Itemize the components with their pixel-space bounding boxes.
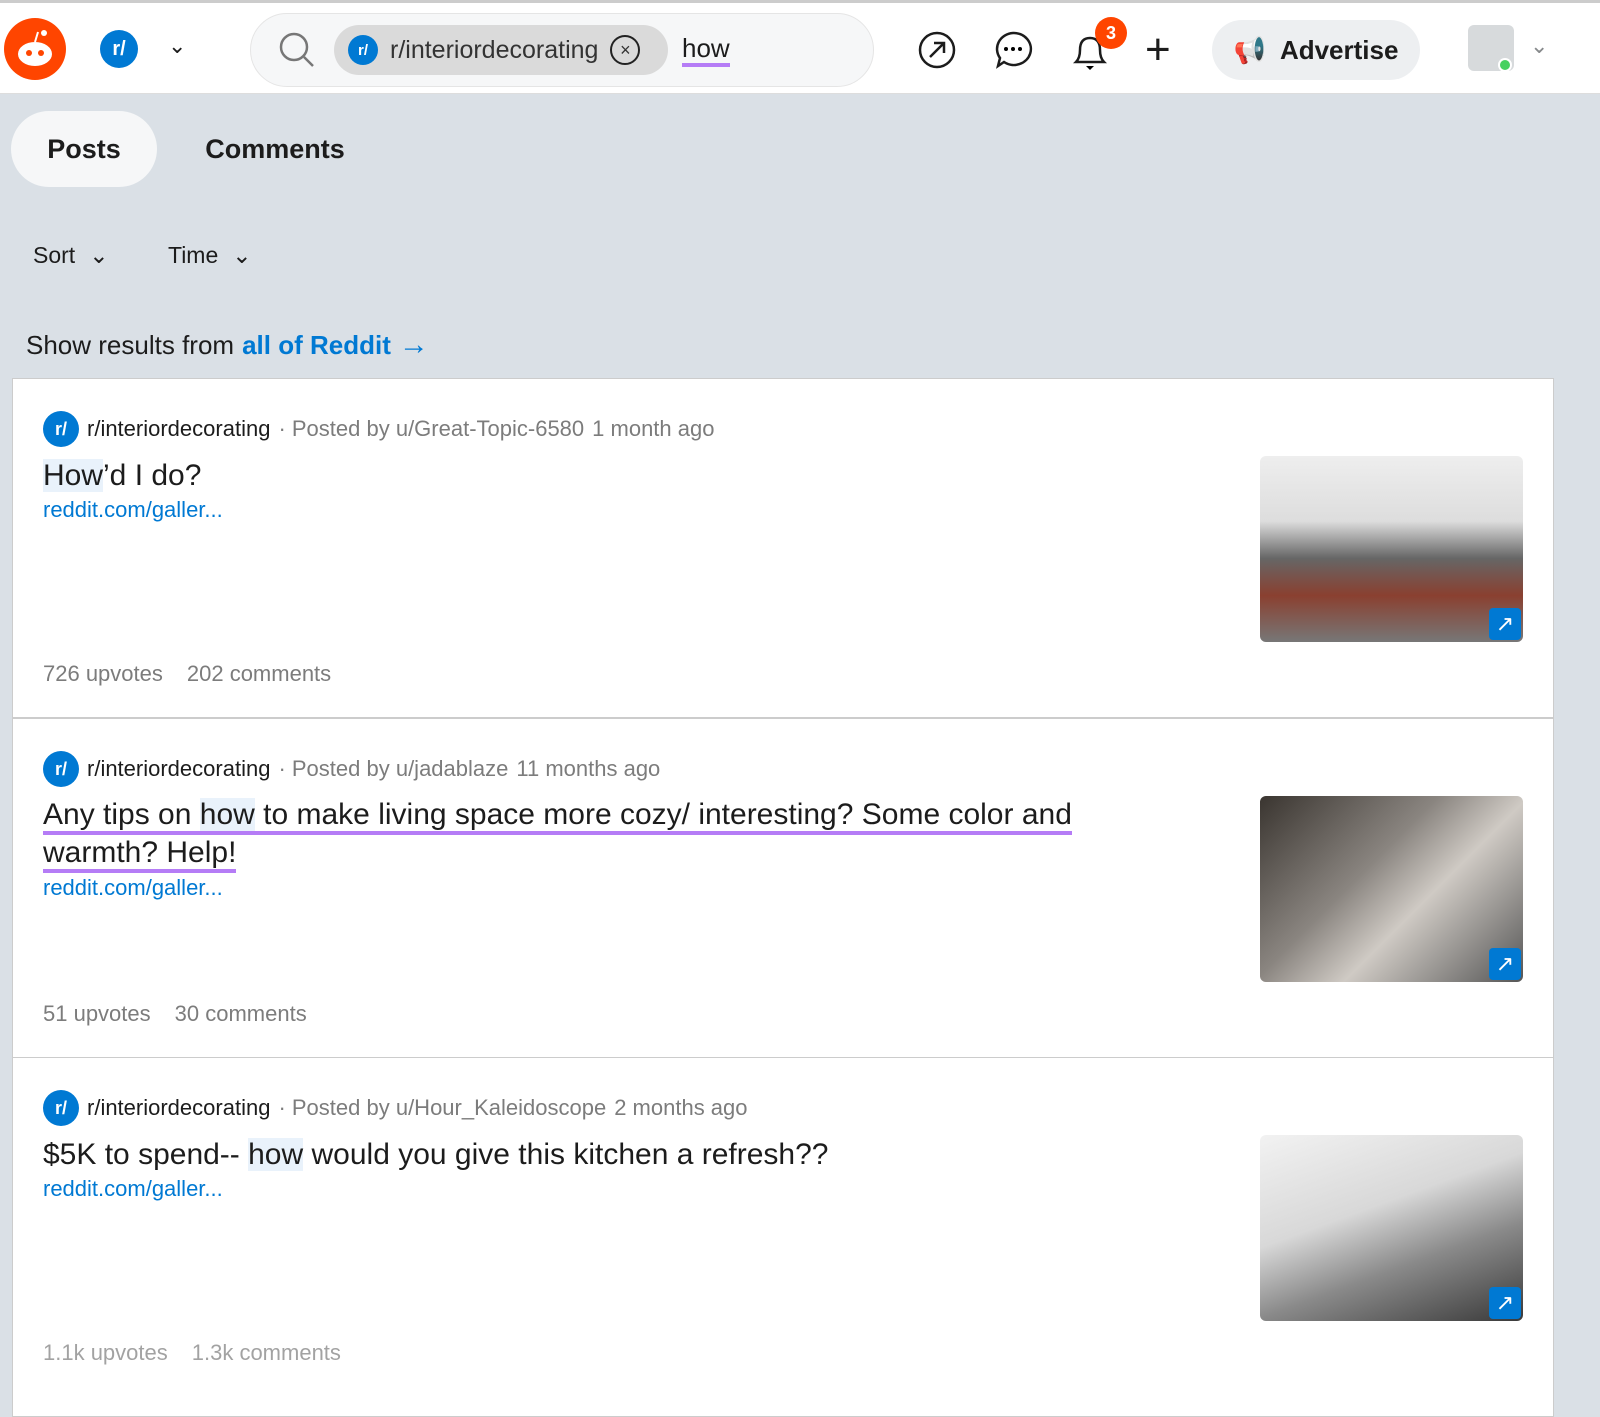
chat-icon[interactable] — [993, 30, 1033, 75]
sort-dropdown[interactable]: Sort ⌄ — [33, 242, 108, 269]
subreddit-chip-icon: r/ — [348, 35, 378, 65]
create-post-icon[interactable]: + — [1145, 25, 1171, 75]
chevron-down-icon: ⌄ — [232, 242, 252, 268]
user-menu-chevron-icon[interactable]: ⌄ — [1530, 33, 1548, 59]
post-link[interactable]: reddit.com/galler... — [43, 497, 223, 523]
post-link[interactable]: reddit.com/galler... — [43, 1176, 223, 1202]
search-input[interactable]: how — [682, 33, 730, 67]
search-query-text: how — [682, 33, 730, 67]
post-link[interactable]: reddit.com/galler... — [43, 875, 223, 901]
time-label: Time — [168, 242, 219, 268]
online-status-dot — [1498, 58, 1512, 72]
subreddit-icon: r/ — [43, 1090, 79, 1126]
post-thumbnail[interactable]: ↗ — [1260, 1135, 1523, 1321]
post-upvotes: 1.1k upvotes — [43, 1340, 168, 1365]
post-subreddit[interactable]: r/interiordecorating — [87, 416, 270, 442]
search-icon — [278, 31, 316, 74]
post-thumbnail[interactable]: ↗ — [1260, 796, 1523, 982]
show-results-prefix: Show results from — [26, 329, 235, 360]
post-card[interactable]: r/r/interiordecorating · Posted by u/Grea… — [12, 378, 1554, 718]
post-author[interactable]: · Posted by u/Hour_Kaleidoscope — [278, 1095, 606, 1121]
post-title[interactable]: How’d I do? — [43, 457, 1123, 495]
tab-posts[interactable]: Posts — [11, 111, 157, 187]
post-comments[interactable]: 1.3k comments — [192, 1340, 341, 1366]
tab-comments[interactable]: Comments — [190, 111, 360, 187]
post-thumbnail[interactable]: ↗ — [1260, 456, 1523, 642]
post-comments[interactable]: 30 comments — [175, 1001, 307, 1027]
subreddit-icon[interactable]: r/ — [100, 30, 138, 68]
megaphone-icon: 📢 — [1233, 34, 1266, 65]
all-of-reddit-link[interactable]: all of Reddit — [242, 330, 391, 361]
show-results-line: Show results from all of Reddit → — [26, 328, 429, 362]
advertise-button[interactable]: 📢 Advertise — [1212, 20, 1420, 80]
clear-chip-icon[interactable]: × — [610, 35, 641, 65]
popular-icon[interactable] — [917, 30, 957, 75]
arrow-right-icon[interactable]: → — [399, 328, 429, 362]
post-age: 1 month ago — [592, 416, 715, 441]
post-author[interactable]: · Posted by u/jadablaze — [278, 756, 508, 782]
post-card[interactable]: r/r/interiordecorating · Posted by u/jada… — [12, 718, 1554, 1058]
post-subreddit[interactable]: r/interiordecorating — [87, 756, 270, 782]
subreddit-chip-label: r/interiordecorating — [390, 35, 599, 64]
subreddit-icon: r/ — [43, 751, 79, 787]
subreddit-icon: r/ — [43, 411, 79, 447]
post-age: 11 months ago — [516, 756, 661, 781]
chevron-down-icon[interactable]: ⌄ — [168, 33, 186, 59]
external-link-icon[interactable]: ↗ — [1489, 608, 1521, 640]
post-upvotes: 51 upvotes — [43, 1001, 151, 1026]
post-author[interactable]: · Posted by u/Great-Topic-6580 — [278, 416, 584, 442]
sort-label: Sort — [33, 242, 76, 268]
post-card[interactable]: r/r/interiordecorating · Posted by u/Hour… — [12, 1057, 1554, 1417]
chevron-down-icon: ⌄ — [89, 242, 109, 268]
time-dropdown[interactable]: Time ⌄ — [168, 242, 252, 269]
subreddit-filter-chip[interactable]: r/ r/interiordecorating × — [334, 25, 668, 75]
top-bar: r/ ⌄ r/ r/interiordecorating × how 3 + 📢… — [0, 0, 1600, 94]
post-comments[interactable]: 202 comments — [187, 661, 331, 687]
post-upvotes: 726 upvotes — [43, 661, 163, 686]
external-link-icon[interactable]: ↗ — [1489, 948, 1521, 980]
post-title[interactable]: $5K to spend-- how would you give this k… — [43, 1136, 1123, 1174]
post-title[interactable]: Any tips on how to make living space mor… — [43, 796, 1123, 873]
reddit-logo[interactable] — [4, 18, 66, 80]
external-link-icon[interactable]: ↗ — [1489, 1287, 1521, 1319]
post-age: 2 months ago — [614, 1095, 748, 1120]
post-subreddit[interactable]: r/interiordecorating — [87, 1095, 270, 1121]
notification-badge: 3 — [1095, 17, 1127, 49]
advertise-label: Advertise — [1279, 34, 1399, 65]
